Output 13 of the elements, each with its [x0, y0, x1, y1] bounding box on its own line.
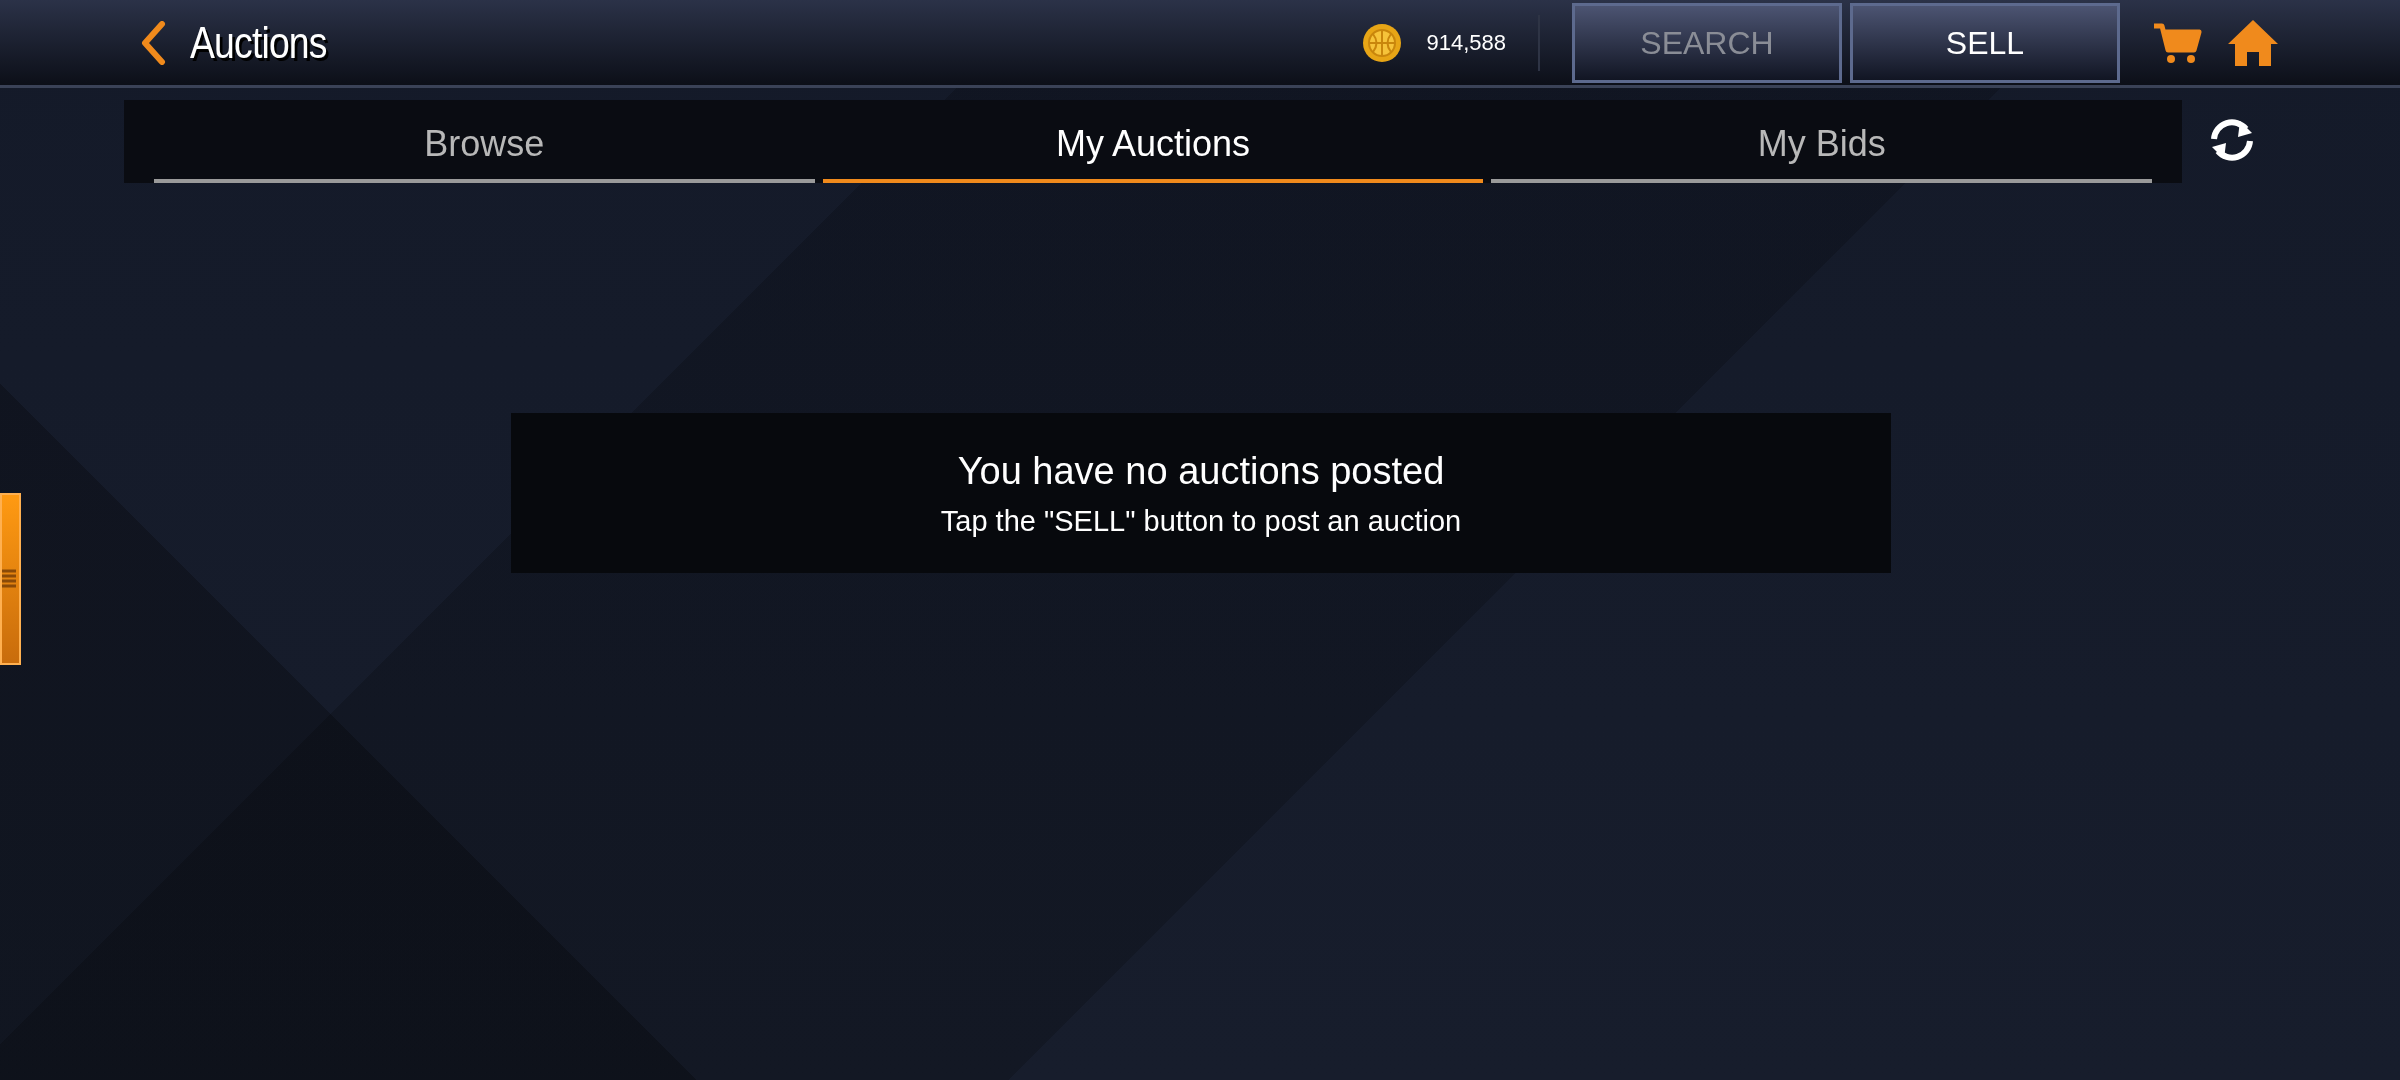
action-button[interactable]: SELL: [1850, 2, 2120, 83]
home-icon[interactable]: [2226, 17, 2280, 68]
tab[interactable]: My Bids: [1491, 100, 2152, 183]
tab[interactable]: Browse: [154, 100, 815, 183]
empty-title: You have no auctions posted: [957, 448, 1445, 494]
coin-balance: 914,588: [1426, 29, 1506, 57]
page-title: Auctions: [190, 16, 327, 69]
side-handle[interactable]: [0, 493, 21, 665]
grip-icon: [2, 568, 16, 590]
empty-hint: Tap the "SELL" button to post an auction: [940, 503, 1462, 539]
basketball-coin-icon: [1362, 22, 1403, 63]
back-icon[interactable]: [140, 20, 166, 65]
tab[interactable]: My Auctions: [822, 100, 1484, 183]
